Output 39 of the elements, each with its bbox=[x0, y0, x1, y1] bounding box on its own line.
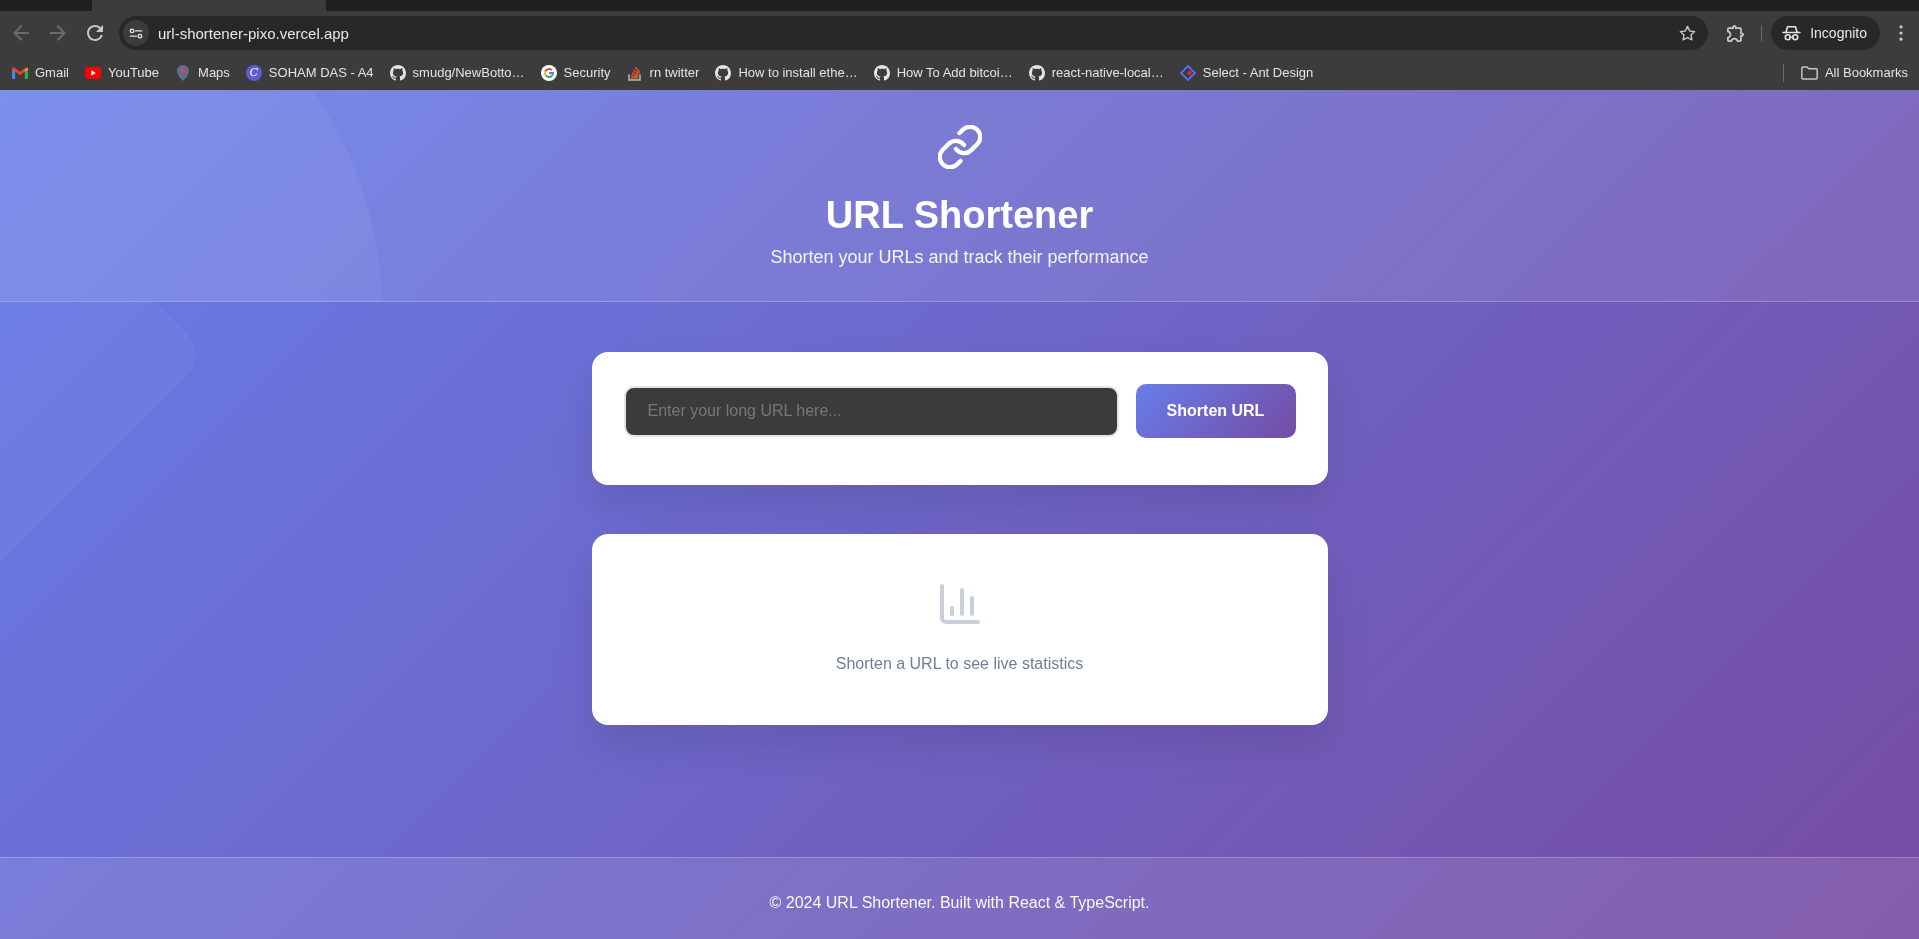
bookmark-item[interactable]: smudg/NewBotto… bbox=[381, 58, 533, 87]
bookmark-item[interactable]: C SOHAM DAS - A4 bbox=[237, 58, 382, 87]
sliders-icon bbox=[129, 27, 143, 39]
site-info-button[interactable] bbox=[123, 20, 149, 46]
bookmark-item[interactable]: YouTube bbox=[76, 58, 168, 87]
all-bookmarks-button[interactable]: All Bookmarks bbox=[1792, 58, 1916, 87]
folder-icon bbox=[1800, 65, 1818, 80]
shorten-url-button[interactable]: Shorten URL bbox=[1135, 384, 1296, 438]
diamond-icon bbox=[1179, 64, 1196, 81]
bookmark-item[interactable]: Select - Ant Design bbox=[1171, 58, 1322, 87]
address-bar[interactable]: url-shortener-pixo.vercel.app bbox=[119, 16, 1709, 50]
page-title: URL Shortener bbox=[825, 193, 1094, 238]
url-input-field[interactable]: Enter your long URL here... bbox=[623, 385, 1119, 437]
page-subtitle: Shorten your URLs and track their performance bbox=[770, 246, 1149, 269]
link-icon bbox=[937, 125, 982, 169]
github-icon bbox=[389, 64, 406, 81]
incognito-icon bbox=[1782, 25, 1802, 41]
video-play-icon bbox=[84, 64, 101, 81]
google-g-icon bbox=[540, 64, 557, 81]
puzzle-icon bbox=[1726, 24, 1744, 42]
bookmark-item[interactable]: How to install ethe… bbox=[707, 58, 866, 87]
empty-state-text: Shorten a URL to see live statistics bbox=[835, 654, 1084, 674]
github-icon bbox=[1028, 64, 1045, 81]
bookmark-item[interactable]: Security bbox=[532, 58, 619, 87]
stack-icon bbox=[626, 64, 643, 81]
footer-text: © 2024 URL Shortener. Built with React & TypeScript. bbox=[769, 893, 1150, 913]
github-icon bbox=[715, 64, 732, 81]
bookmark-item[interactable]: How To Add bitcoi… bbox=[865, 58, 1021, 87]
github-icon bbox=[873, 64, 890, 81]
bookmark-item[interactable]: rn twitter bbox=[618, 58, 708, 87]
bar-chart-icon bbox=[939, 584, 980, 624]
star-icon bbox=[1678, 24, 1696, 42]
incognito-button[interactable]: Incognito bbox=[1771, 16, 1880, 50]
map-pin-icon bbox=[175, 64, 192, 81]
bookmark-item[interactable]: react-native-local… bbox=[1020, 58, 1172, 87]
bookmark-item[interactable]: Maps bbox=[167, 58, 238, 87]
more-icon bbox=[1899, 25, 1903, 41]
site-logo: C bbox=[245, 64, 262, 81]
bookmark-item[interactable]: Gmail bbox=[4, 58, 77, 87]
